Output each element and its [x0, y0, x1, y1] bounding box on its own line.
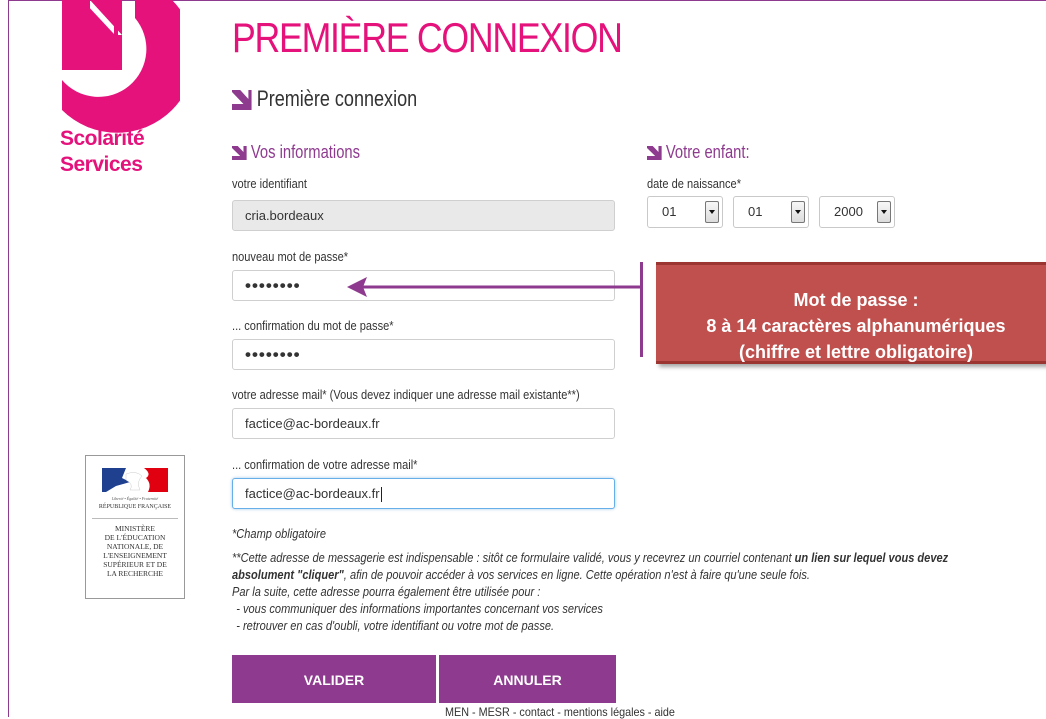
logo-wordmark: Scolarité Services — [60, 126, 145, 178]
dropdown-arrow-icon[interactable] — [877, 201, 891, 223]
form-notes: *Champ obligatoire **Cette adresse de me… — [232, 525, 948, 634]
usage-bullet-1: - vous communiquer des informations impo… — [236, 601, 603, 616]
birth-day-value: 01 — [662, 204, 677, 219]
logo-line-2: Services — [60, 153, 143, 176]
ministry-line-6: LA RECHERCHE — [106, 569, 164, 578]
ministry-divider — [92, 518, 178, 519]
email-note-text: **Cette adresse de messagerie est indisp… — [232, 550, 795, 565]
callout-arrow-icon — [347, 277, 642, 297]
arrow-down-right-icon — [647, 146, 662, 161]
ministry-line-3: NATIONALE, DE — [106, 542, 164, 551]
dropdown-arrow-icon[interactable] — [705, 201, 719, 223]
password-rules-callout: Mot de passe : 8 à 14 caractères alphanu… — [656, 262, 1046, 364]
ministry-name: MINISTÈRE DE L'ÉDUCATION NATIONALE, DE L… — [86, 524, 184, 578]
callout-line-3: (chiffre et lettre obligatoire) — [738, 342, 974, 362]
logo-line-1: Scolarité — [60, 127, 145, 150]
ministry-line-4: L'ENSEIGNEMENT — [103, 551, 167, 560]
birth-month-value: 01 — [748, 204, 763, 219]
dropdown-arrow-icon[interactable] — [791, 201, 805, 223]
birth-month-select[interactable]: 01 — [733, 196, 809, 228]
ministry-logo: Liberté • Égalité • Fraternité RÉPUBLIQU… — [85, 455, 185, 599]
password-confirm-label: ... confirmation du mot de passe* — [232, 318, 394, 333]
section-your-info-text: Vos informations — [250, 142, 360, 162]
callout-line-2: 8 à 14 caractères alphanumériques — [706, 316, 1006, 336]
email-confirm-label: ... confirmation de votre adresse mail* — [232, 457, 418, 472]
password-confirm-field[interactable]: •••••••• — [232, 339, 615, 370]
email-confirm-field[interactable]: factice@ac-bordeaux.fr — [232, 478, 615, 509]
required-note: *Champ obligatoire — [232, 526, 326, 541]
republic-motto: Liberté • Égalité • Fraternité — [111, 496, 159, 501]
callout-bracket-line — [640, 262, 643, 357]
arrow-down-right-icon — [232, 90, 252, 111]
text-caret — [380, 487, 382, 503]
email-note-emphasis: un lien sur lequel vous devez — [794, 550, 949, 565]
arrow-down-right-icon — [232, 146, 247, 161]
birthdate-label: date de naissance* — [647, 176, 742, 191]
email-note-cont: absolument "cliquer", afin de pouvoir ac… — [232, 566, 948, 583]
birth-day-select[interactable]: 01 — [647, 196, 723, 228]
ministry-line-1: MINISTÈRE — [115, 524, 155, 533]
cancel-button[interactable]: ANNULER — [439, 655, 616, 703]
identifiant-field: cria.bordeaux — [232, 200, 615, 231]
birth-year-select[interactable]: 2000 — [819, 196, 895, 228]
password-confirm-value: •••••••• — [245, 345, 301, 364]
ministry-line-5: SUPÉRIEUR ET DE — [103, 560, 167, 569]
email-note-text-2: , afin de pouvoir accéder à vos services… — [343, 567, 810, 582]
section-heading-first-login: Première connexion — [232, 86, 417, 112]
section-heading-your-child: Votre enfant: — [647, 142, 750, 163]
email-note: **Cette adresse de messagerie est indisp… — [232, 549, 948, 566]
callout-line-1: Mot de passe : — [793, 290, 919, 310]
sub-title-text: Première connexion — [256, 86, 418, 111]
email-confirm-value: factice@ac-bordeaux.fr — [245, 486, 380, 501]
usage-bullet-2: - retrouver en cas d'oubli, votre identi… — [236, 618, 555, 633]
password-label: nouveau mot de passe* — [232, 249, 349, 264]
page-title: PREMIÈRE CONNEXION — [232, 14, 623, 61]
republic-name: RÉPUBLIQUE FRANÇAISE — [98, 504, 172, 510]
section-heading-your-info: Vos informations — [232, 142, 360, 163]
birth-year-value: 2000 — [834, 204, 863, 219]
page-frame-left — [8, 0, 9, 717]
validate-button[interactable]: VALIDER — [232, 655, 436, 703]
password-value: •••••••• — [245, 276, 301, 295]
email-label: votre adresse mail* (Vous devez indiquer… — [232, 387, 580, 402]
ministry-line-2: DE L'ÉDUCATION — [104, 533, 166, 542]
section-your-child-text: Votre enfant: — [665, 142, 750, 162]
email-note-emphasis-2: absolument "cliquer" — [232, 567, 344, 582]
email-field[interactable]: factice@ac-bordeaux.fr — [232, 408, 615, 439]
identifiant-label: votre identifiant — [232, 176, 307, 191]
marianne-flag-icon — [102, 468, 168, 492]
email-note-usage: Par la suite, cette adresse pourra égale… — [232, 584, 541, 599]
